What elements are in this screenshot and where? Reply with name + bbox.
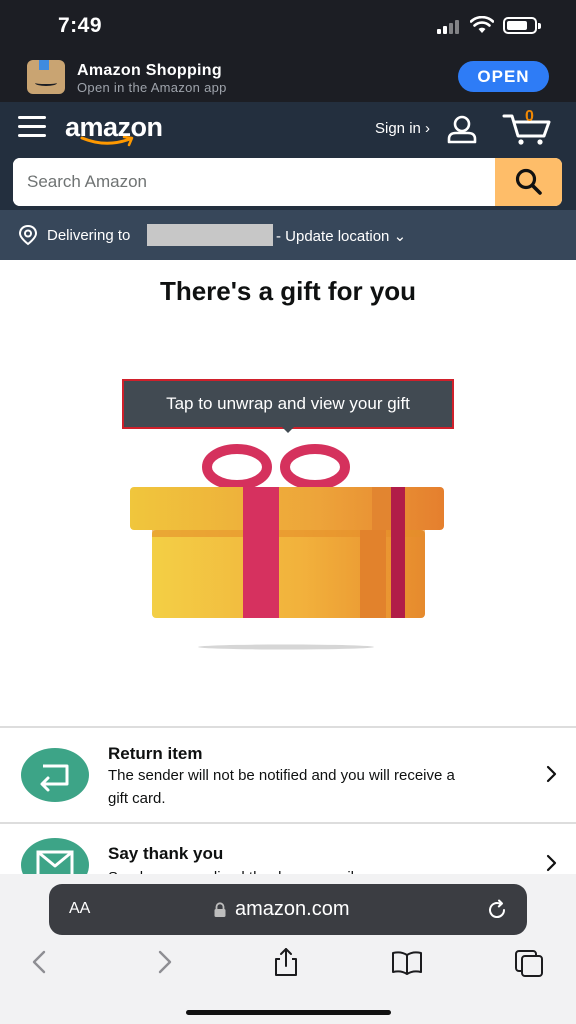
search-input[interactable]: [13, 158, 495, 206]
app-name: Amazon Shopping: [77, 62, 222, 79]
tooltip-tail: [282, 427, 294, 433]
action-title: Say thank you: [108, 844, 224, 863]
battery-icon: [503, 17, 541, 34]
return-icon: [21, 748, 89, 802]
share-icon[interactable]: [270, 946, 302, 978]
amazon-app-icon: [27, 60, 65, 94]
unwrap-tooltip[interactable]: Tap to unwrap and view your gift: [122, 379, 454, 429]
app-subtitle: Open in the Amazon app: [77, 80, 227, 95]
update-location-link[interactable]: - Update location ⌄: [276, 227, 406, 245]
search-bar: [13, 158, 562, 206]
cart-count: 0: [525, 108, 534, 125]
signal-icon: [437, 20, 463, 34]
bookmarks-icon[interactable]: [391, 946, 423, 978]
chevron-right-icon: [546, 765, 557, 783]
search-icon: [515, 168, 542, 195]
back-icon[interactable]: [24, 946, 56, 978]
menu-icon[interactable]: [18, 116, 46, 138]
logo-smile-icon: [80, 136, 134, 147]
url-text[interactable]: amazon.com: [235, 898, 350, 921]
status-time: 7:49: [58, 14, 103, 37]
page-title: There's a gift for you: [159, 276, 417, 306]
delivering-to-label: Delivering to: [47, 227, 131, 244]
lock-icon: [214, 902, 226, 917]
location-pin-icon: [18, 224, 38, 246]
gift-box-icon[interactable]: [128, 440, 448, 652]
tabs-icon[interactable]: [513, 946, 545, 978]
redacted-address: [147, 224, 273, 246]
home-indicator: [186, 1010, 391, 1015]
sign-in-link[interactable]: Sign in ›: [375, 120, 430, 137]
return-item-row[interactable]: Return item The sender will not be notif…: [0, 728, 576, 824]
open-app-button[interactable]: OPEN: [458, 61, 549, 92]
wifi-icon: [470, 16, 494, 33]
chevron-right-icon: [546, 854, 557, 872]
action-description: The sender will not be notified and you …: [108, 767, 455, 807]
reload-icon[interactable]: [485, 898, 509, 922]
action-title: Return item: [108, 744, 203, 763]
reader-settings-button[interactable]: AA: [69, 900, 90, 918]
user-icon[interactable]: [446, 114, 478, 144]
search-button[interactable]: [495, 158, 562, 206]
forward-icon[interactable]: [148, 946, 180, 978]
status-bar: 7:49: [0, 0, 576, 52]
